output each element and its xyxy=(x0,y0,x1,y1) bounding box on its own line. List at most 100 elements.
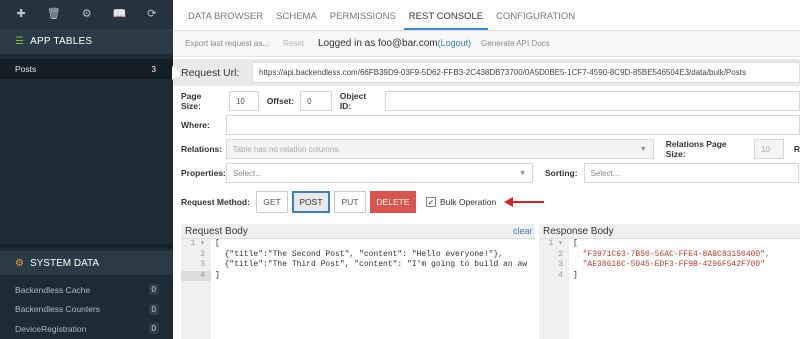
tab-rest-console[interactable]: REST CONSOLE xyxy=(403,11,489,30)
object-id-input[interactable] xyxy=(385,91,800,111)
method-row: Request Method: GET POST PUT DELETE ✓ Bu… xyxy=(173,190,800,214)
refresh-icon[interactable]: ⟳ xyxy=(147,9,156,20)
sidebar-item-label: Posts xyxy=(15,64,37,74)
relations-placeholder: Table has no relation columns. xyxy=(232,144,341,154)
properties-row: Properties: Select... ▼ Sorting: Select.… xyxy=(173,162,800,184)
sidebar: ✚ 🗑 ⚙ 📖 ⟳ ☰ APP TABLES Posts 3 ⚙ SYSTEM … xyxy=(0,0,173,339)
relations-depth-label: R xyxy=(793,144,800,154)
sorting-select[interactable]: Select... xyxy=(583,163,799,183)
clear-link[interactable]: clear xyxy=(513,226,533,236)
tab-configuration[interactable]: CONFIGURATION xyxy=(491,11,580,30)
request-body-title: Request Body xyxy=(181,224,535,238)
sidebar-item-label: Backendless Cache xyxy=(15,284,91,295)
line-number-text: 1 xyxy=(548,239,554,248)
object-id-label: Object ID: xyxy=(339,91,367,111)
sidebar-item-backendless-counters[interactable]: Backendless Counters 0 xyxy=(0,300,173,320)
count-badge: 0 xyxy=(148,303,159,315)
put-button[interactable]: PUT xyxy=(333,191,366,213)
logged-in-status: Logged in as foo@bar.com(Logout) xyxy=(318,38,471,49)
response-body-title: Response Body xyxy=(539,224,800,238)
properties-placeholder: Select... xyxy=(233,168,262,178)
code-line: "AE38616C-5045-EDF3-FF9B-4296F542F700" xyxy=(573,260,766,269)
sidebar-divider[interactable] xyxy=(0,244,173,248)
gear-icon[interactable]: ⚙ xyxy=(82,9,92,20)
gears-icon: ⚙ xyxy=(15,257,24,269)
count-badge: 0 xyxy=(148,284,159,296)
count-badge: 3 xyxy=(151,64,156,74)
sidebar-item-posts[interactable]: Posts 3 xyxy=(0,59,173,79)
delete-button[interactable]: DELETE xyxy=(369,191,416,213)
request-method-label: Request Method: xyxy=(181,197,250,207)
reset-button[interactable]: Reset xyxy=(283,39,304,48)
chevron-down-icon: ▼ xyxy=(639,145,647,153)
app-tables-header: ☰ APP TABLES xyxy=(0,29,173,54)
post-button[interactable]: POST xyxy=(291,191,330,213)
relations-page-size-input[interactable]: 10 xyxy=(754,139,784,159)
console-toolbar: Export last request as... Reset Logged i… xyxy=(173,31,800,57)
main-panel: DATA BROWSER SCHEMA PERMISSIONS REST CON… xyxy=(172,0,800,339)
tab-permissions[interactable]: PERMISSIONS xyxy=(325,11,401,30)
response-body-editor[interactable]: 1 ▾ 2 3 4 [ "F3971C63-7B50-56AC-FFE4-8AB… xyxy=(539,238,800,339)
sidebar-item-backendless-cache[interactable]: Backendless Cache 0 xyxy=(0,280,173,300)
where-input[interactable] xyxy=(226,115,800,135)
export-button[interactable]: Export last request as... xyxy=(185,39,269,48)
code-line: [ xyxy=(573,239,578,248)
sorting-label: Sorting: xyxy=(545,168,578,178)
get-button[interactable]: GET xyxy=(255,191,288,213)
book-icon[interactable]: 📖 xyxy=(113,9,127,20)
logout-link[interactable]: (Logout) xyxy=(438,38,472,48)
line-number: 1 ▾ xyxy=(181,239,211,250)
bulk-operation-label: Bulk Operation xyxy=(439,197,497,207)
sidebar-item-label: DeviceRegistration xyxy=(15,323,87,334)
generate-api-docs-button[interactable]: Generate API Docs xyxy=(481,39,549,48)
system-data-header: ⚙ SYSTEM DATA xyxy=(0,251,173,275)
pointer-arrow xyxy=(172,66,180,80)
line-number: 2 xyxy=(558,249,563,259)
line-number: 1 ▾ xyxy=(539,239,569,250)
table-icon: ☰ xyxy=(15,36,25,47)
count-badge: 0 xyxy=(148,323,159,335)
relations-select[interactable]: Table has no relation columns. ▼ xyxy=(225,139,654,159)
arrow-shaft xyxy=(512,201,545,203)
sidebar-item-device-registration[interactable]: DeviceRegistration 0 xyxy=(0,319,173,339)
line-number: 3 xyxy=(558,260,563,269)
code-line: ] xyxy=(215,270,220,280)
where-row: Where: xyxy=(173,114,800,136)
line-number: 4 xyxy=(558,270,563,280)
annotation-arrow xyxy=(504,197,545,207)
tab-data-browser[interactable]: DATA BROWSER xyxy=(183,11,268,30)
code-line: {"title":"The Second Post", "content": "… xyxy=(215,249,504,259)
fold-icon[interactable]: ▾ xyxy=(200,239,205,248)
page-size-input[interactable]: 10 xyxy=(228,91,259,111)
chevron-down-icon: ▼ xyxy=(519,169,526,177)
request-url-bar: Request Url: https://api.backendless.com… xyxy=(172,59,800,86)
line-number: 3 xyxy=(200,260,205,269)
sidebar-toolbar: ✚ 🗑 ⚙ 📖 ⟳ xyxy=(0,0,173,29)
relations-label: Relations: xyxy=(181,144,223,154)
trash-icon[interactable]: 🗑 xyxy=(47,9,61,20)
line-number-text: 1 xyxy=(190,239,196,248)
line-number: 2 xyxy=(200,249,205,259)
code-line: [ xyxy=(215,239,220,248)
request-url-field[interactable]: https://api.backendless.com/66FB39D9-03F… xyxy=(252,62,800,83)
plus-icon[interactable]: ✚ xyxy=(17,9,26,20)
relations-page-size-label: Relations Page Size: xyxy=(665,139,727,159)
code-line: "F3971C63-7B50-56AC-FFE4-8ABC83150400", xyxy=(573,249,770,259)
code-line: ] xyxy=(573,270,578,280)
logged-in-text: Logged in as foo@bar.com xyxy=(317,38,438,49)
code-area: [ "F3971C63-7B50-56AC-FFE4-8ABC83150400"… xyxy=(573,239,770,281)
bulk-operation-checkbox[interactable]: ✓ xyxy=(425,197,436,207)
properties-select[interactable]: Select... ▼ xyxy=(226,163,533,183)
sidebar-item-label: Backendless Counters xyxy=(15,304,101,315)
offset-label: Offset: xyxy=(266,96,295,106)
request-url-label: Request Url: xyxy=(181,66,240,79)
properties-label: Properties: xyxy=(181,168,226,178)
fold-icon[interactable]: ▾ xyxy=(558,239,563,248)
tab-schema[interactable]: SCHEMA xyxy=(271,11,322,30)
where-label: Where: xyxy=(181,120,210,130)
offset-input[interactable]: 0 xyxy=(300,91,332,111)
app-root: ✚ 🗑 ⚙ 📖 ⟳ ☰ APP TABLES Posts 3 ⚙ SYSTEM … xyxy=(0,0,800,339)
response-body-title-text: Response Body xyxy=(543,225,614,237)
code-line: {"title":"The Third Post", "content": "I… xyxy=(215,260,528,269)
request-body-editor[interactable]: 1 ▾ 2 3 4 [ {"title":"The Second Post", … xyxy=(181,238,535,339)
